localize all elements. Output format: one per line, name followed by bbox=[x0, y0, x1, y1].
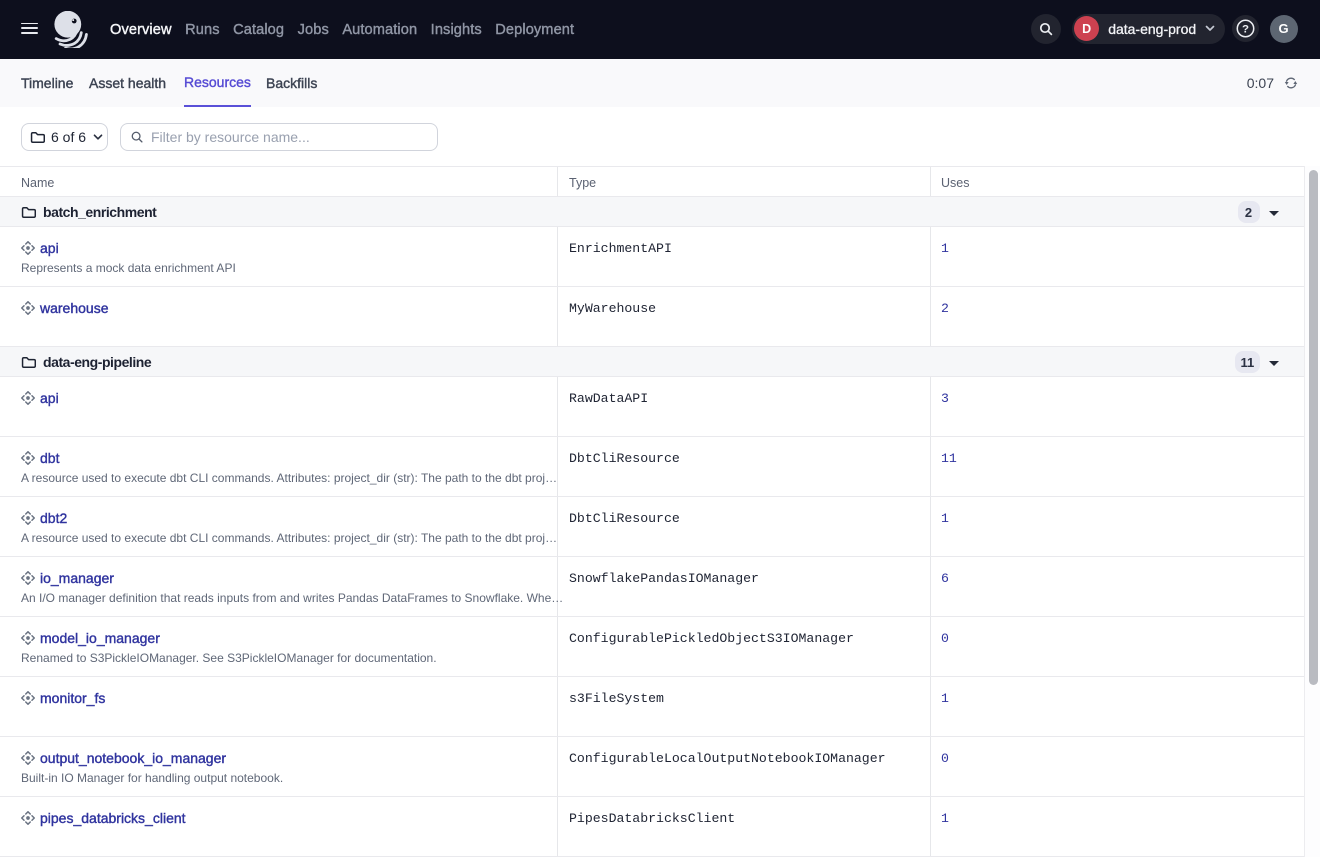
svg-text:?: ? bbox=[1242, 23, 1249, 35]
